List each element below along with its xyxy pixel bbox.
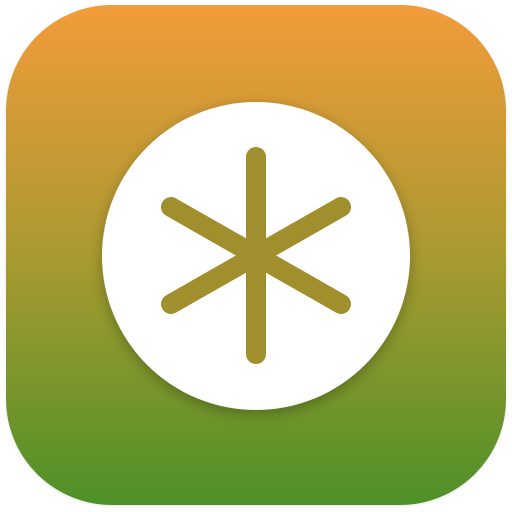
app-icon-canvas [0,0,512,512]
app-icon[interactable] [6,5,506,505]
app-icon-graphic [6,5,506,505]
